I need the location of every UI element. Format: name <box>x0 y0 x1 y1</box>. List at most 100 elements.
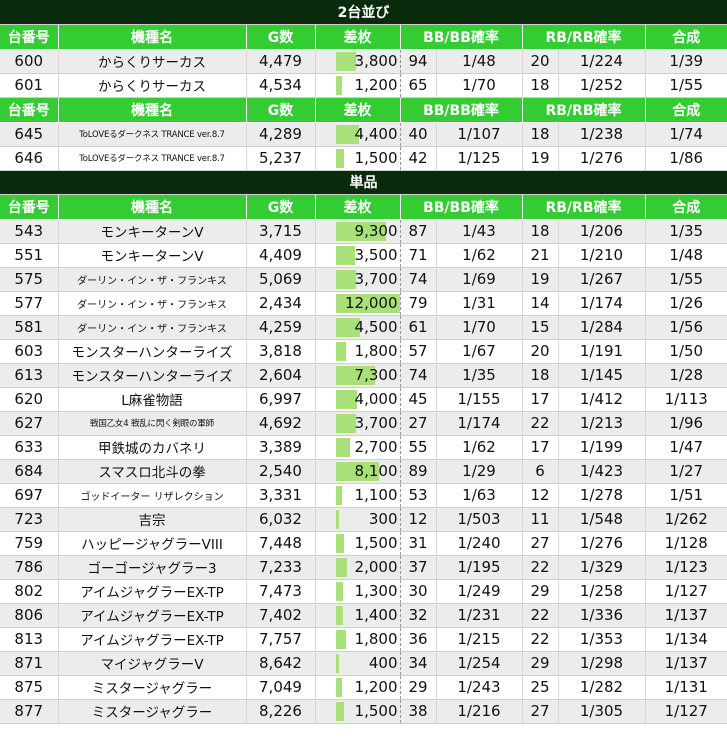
combined-probability: 1/86 <box>645 146 727 171</box>
diff-bar <box>335 653 339 673</box>
diff-bar <box>335 245 355 265</box>
diff-coins: 3,700 <box>315 267 401 292</box>
bb-count: 74 <box>400 363 437 388</box>
table-row[interactable]: 600 からくりサーカス 4,479 3,800 94 1/48 20 1/224 1/39 <box>0 49 727 74</box>
diff-value: 1,200 <box>354 678 398 696</box>
section-title: 単品 <box>0 170 727 195</box>
machine-number: 806 <box>0 603 59 628</box>
table-row[interactable]: 633 甲鉄城のカバネリ 3,389 2,700 55 1/62 17 1/199 1/47 <box>0 435 727 460</box>
table-row[interactable]: 875 ミスタージャグラー 7,049 1,200 29 1/243 25 1/282 1/13… <box>0 675 727 700</box>
diff-value: 4,500 <box>354 318 398 336</box>
machine-number: 875 <box>0 675 59 700</box>
diff-bar <box>335 485 342 505</box>
game-count: 4,409 <box>246 243 316 268</box>
machine-name: ゴーゴージャグラー3 <box>58 555 247 580</box>
diff-value: 1,500 <box>354 149 398 167</box>
header-rb: RB/RB確率 <box>522 97 646 123</box>
combined-probability: 1/48 <box>645 243 727 268</box>
machine-name: ミスタージャグラー <box>58 699 247 724</box>
rb-count: 19 <box>522 267 559 292</box>
table-row[interactable]: 877 ミスタージャグラー 8,226 1,500 38 1/216 27 1/305 1/12… <box>0 699 727 724</box>
combined-probability: 1/137 <box>645 603 727 628</box>
bb-count: 42 <box>400 146 437 171</box>
diff-bar <box>335 581 343 601</box>
diff-value: 8,100 <box>354 462 398 480</box>
diff-bar <box>335 677 342 697</box>
machine-number: 543 <box>0 219 59 244</box>
table-row[interactable]: 871 マイジャグラーV 8,642 400 34 1/254 29 1/298 1/137 <box>0 651 727 676</box>
diff-coins: 2,000 <box>315 555 401 580</box>
table-row[interactable]: 802 アイムジャグラーEX-TP 7,473 1,300 30 1/249 29 1/258… <box>0 579 727 604</box>
diff-bar <box>335 701 344 721</box>
table-row[interactable]: 627 戦国乙女4 戦乱に閃く剣眼の軍師 4,692 3,700 27 1/174 22 1/… <box>0 411 727 436</box>
header-diff: 差枚 <box>315 97 401 123</box>
combined-probability: 1/47 <box>645 435 727 460</box>
rb-count: 25 <box>522 675 559 700</box>
header-bb: BB/BB確率 <box>400 97 523 123</box>
results-table-container: 2台並び 台番号 機種名 G数 差枚 BB/BB確率 RB/RB確率 合成 600 からくりサーカ… <box>0 0 727 724</box>
table-row[interactable]: 551 モンキーターンV 4,409 3,500 71 1/62 21 1/210 1/48 <box>0 243 727 268</box>
column-header-row: 台番号 機種名 G数 差枚 BB/BB確率 RB/RB確率 合成 <box>0 97 727 123</box>
table-row[interactable]: 806 アイムジャグラーEX-TP 7,402 1,400 32 1/231 22 1/336… <box>0 603 727 628</box>
header-combined: 合成 <box>645 24 727 50</box>
diff-coins: 1,800 <box>315 627 401 652</box>
bb-count: 61 <box>400 315 437 340</box>
rb-probability: 1/174 <box>558 291 646 316</box>
table-row[interactable]: 603 モンスターハンターライズ 3,818 1,800 57 1/67 20 1/191 1/… <box>0 339 727 364</box>
rb-probability: 1/329 <box>558 555 646 580</box>
diff-coins: 4,400 <box>315 122 401 147</box>
table-row[interactable]: 620 L麻雀物語 6,997 4,000 45 1/155 17 1/412 1/113 <box>0 387 727 412</box>
rb-count: 27 <box>522 699 559 724</box>
table-row[interactable]: 543 モンキーターンV 3,715 9,300 87 1/43 18 1/206 1/35 <box>0 219 727 244</box>
game-count: 2,604 <box>246 363 316 388</box>
combined-probability: 1/137 <box>645 651 727 676</box>
machine-number: 575 <box>0 267 59 292</box>
table-row[interactable]: 697 ゴッドイーター リザレクション 3,331 1,100 53 1/63 12 1/27… <box>0 483 727 508</box>
diff-bar <box>335 509 339 529</box>
table-row[interactable]: 575 ダーリン・イン・ザ・フランキス 5,069 3,700 74 1/69 19 1/26… <box>0 267 727 292</box>
results-table-body: 2台並び 台番号 機種名 G数 差枚 BB/BB確率 RB/RB確率 合成 600 からくりサーカ… <box>0 0 727 724</box>
machine-number: 633 <box>0 435 59 460</box>
table-row[interactable]: 813 アイムジャグラーEX-TP 7,757 1,800 36 1/215 22 1/353… <box>0 627 727 652</box>
bb-probability: 1/503 <box>436 507 523 532</box>
diff-coins: 3,500 <box>315 243 401 268</box>
table-row[interactable]: 684 スマスロ北斗の拳 2,540 8,100 89 1/29 6 1/423 1/27 <box>0 459 727 484</box>
bb-count: 89 <box>400 459 437 484</box>
machine-name: ダーリン・イン・ザ・フランキス <box>58 315 247 340</box>
bb-count: 74 <box>400 267 437 292</box>
table-row[interactable]: 786 ゴーゴージャグラー3 7,233 2,000 37 1/195 22 1/329 1/1… <box>0 555 727 580</box>
rb-probability: 1/213 <box>558 411 646 436</box>
rb-count: 18 <box>522 122 559 147</box>
diff-bar <box>335 148 344 168</box>
machine-number: 577 <box>0 291 59 316</box>
machine-number: 646 <box>0 146 59 171</box>
table-row[interactable]: 613 モンスターハンターライズ 2,604 7,300 74 1/35 18 1/145 1/… <box>0 363 727 388</box>
rb-probability: 1/199 <box>558 435 646 460</box>
diff-value: 3,700 <box>354 414 398 432</box>
game-count: 4,259 <box>246 315 316 340</box>
game-count: 2,540 <box>246 459 316 484</box>
rb-probability: 1/353 <box>558 627 646 652</box>
diff-value: 300 <box>368 510 398 528</box>
rb-probability: 1/276 <box>558 146 646 171</box>
rb-count: 22 <box>522 603 559 628</box>
table-row[interactable]: 581 ダーリン・イン・ザ・フランキス 4,259 4,500 61 1/70 15 1/28… <box>0 315 727 340</box>
bb-count: 45 <box>400 387 437 412</box>
table-row[interactable]: 723 吉宗 6,032 300 12 1/503 11 1/548 1/262 <box>0 507 727 532</box>
game-count: 5,237 <box>246 146 316 171</box>
table-row[interactable]: 645 ToLOVEるダークネス TRANCE ver.8.7 4,289 4,400… <box>0 122 727 147</box>
table-row[interactable]: 577 ダーリン・イン・ザ・フランキス 2,434 12,000 79 1/31 14 1/1… <box>0 291 727 316</box>
diff-bar <box>335 413 356 433</box>
results-table: 2台並び 台番号 機種名 G数 差枚 BB/BB確率 RB/RB確率 合成 600 からくりサーカ… <box>0 0 727 724</box>
machine-number: 759 <box>0 531 59 556</box>
table-row[interactable]: 759 ハッピージャグラーVIII 7,448 1,500 31 1/240 27 1/276… <box>0 531 727 556</box>
table-row[interactable]: 601 からくりサーカス 4,534 1,200 65 1/70 18 1/252 1/55 <box>0 73 727 98</box>
diff-value: 1,800 <box>354 342 398 360</box>
machine-number: 697 <box>0 483 59 508</box>
combined-probability: 1/123 <box>645 555 727 580</box>
table-row[interactable]: 646 ToLOVEるダークネス TRANCE ver.8.7 5,237 1,500… <box>0 146 727 171</box>
diff-bar <box>335 341 346 361</box>
diff-coins: 1,500 <box>315 699 401 724</box>
machine-number: 802 <box>0 579 59 604</box>
machine-name: スマスロ北斗の拳 <box>58 459 247 484</box>
